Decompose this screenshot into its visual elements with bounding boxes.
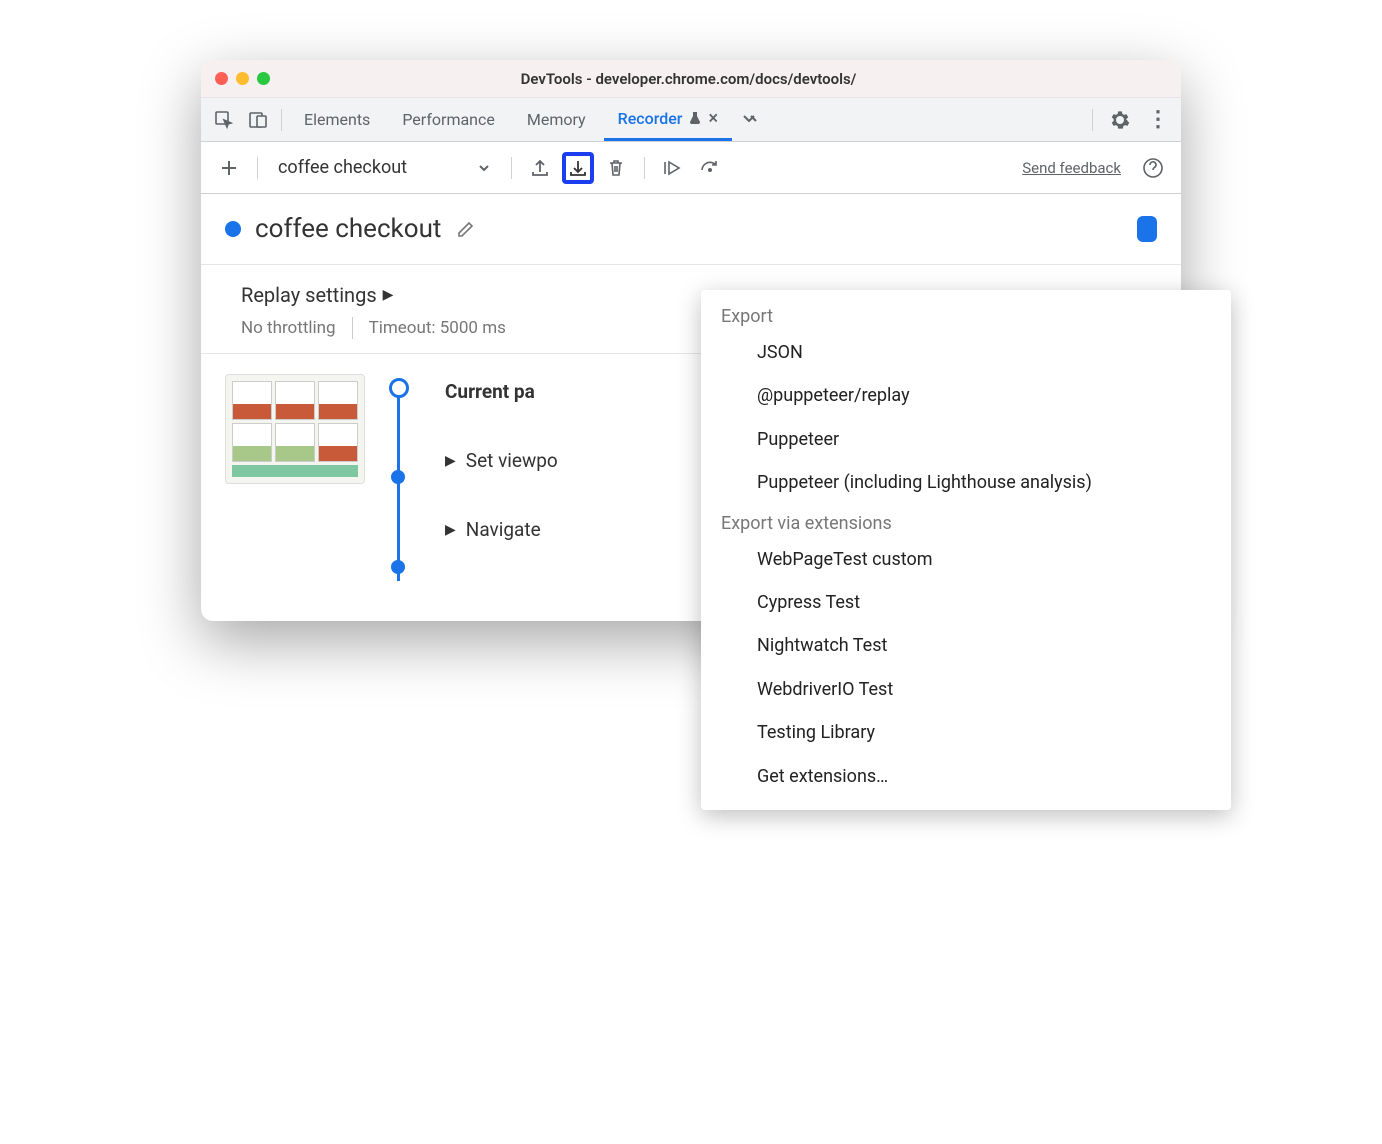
menu-section-extensions: Export via extensions — [701, 505, 1231, 538]
menu-item-get-extensions[interactable]: Get extensions… — [701, 755, 1231, 798]
send-feedback-link[interactable]: Send feedback — [1022, 159, 1121, 177]
separator — [281, 109, 282, 131]
export-icon[interactable] — [562, 152, 594, 184]
chevron-right-icon: ▶ — [445, 522, 456, 538]
menu-item-puppeteer[interactable]: Puppeteer — [701, 418, 1231, 461]
replay-icon[interactable] — [657, 152, 689, 184]
help-icon[interactable] — [1137, 152, 1169, 184]
more-tabs-icon[interactable] — [736, 105, 766, 135]
performance-replay-icon[interactable] — [695, 152, 727, 184]
inspect-element-icon[interactable] — [209, 105, 239, 135]
recorder-toolbar: coffee checkout Send feedback — [201, 142, 1181, 194]
tab-memory[interactable]: Memory — [513, 98, 600, 141]
tab-elements[interactable]: Elements — [290, 98, 384, 141]
kebab-menu-icon[interactable]: ⋮ — [1143, 105, 1173, 135]
chevron-down-icon — [477, 161, 491, 175]
menu-item-cypress[interactable]: Cypress Test — [701, 581, 1231, 624]
titlebar: DevTools - developer.chrome.com/docs/dev… — [201, 60, 1181, 98]
separator — [1092, 109, 1093, 131]
recording-indicator — [225, 221, 241, 237]
tab-performance[interactable]: Performance — [388, 98, 509, 141]
close-tab-icon[interactable]: × — [708, 108, 718, 129]
device-toolbar-icon[interactable] — [243, 105, 273, 135]
separator — [644, 157, 645, 179]
menu-item-nightwatch[interactable]: Nightwatch Test — [701, 624, 1231, 667]
throttling-value: No throttling — [241, 318, 336, 338]
recording-select[interactable]: coffee checkout — [270, 153, 499, 182]
new-recording-icon[interactable] — [213, 152, 245, 184]
window-title: DevTools - developer.chrome.com/docs/dev… — [210, 70, 1167, 88]
chevron-right-icon: ▶ — [445, 453, 456, 469]
menu-item-testing-library[interactable]: Testing Library — [701, 711, 1231, 754]
settings-icon[interactable] — [1105, 105, 1135, 135]
menu-section-export: Export — [701, 298, 1231, 331]
recording-name: coffee checkout — [255, 214, 441, 244]
export-menu: Export JSON @puppeteer/replay Puppeteer … — [701, 290, 1231, 810]
panel-tabbar: Elements Performance Memory Recorder × ⋮ — [201, 98, 1181, 142]
separator — [352, 317, 353, 339]
import-icon[interactable] — [524, 152, 556, 184]
chevron-right-icon: ▶ — [383, 287, 394, 303]
devtools-window: DevTools - developer.chrome.com/docs/dev… — [201, 60, 1181, 621]
replay-button-edge[interactable] — [1137, 216, 1157, 242]
separator — [257, 157, 258, 179]
menu-item-puppeteer-replay[interactable]: @puppeteer/replay — [701, 374, 1231, 417]
timeout-value: Timeout: 5000 ms — [369, 318, 506, 338]
flask-icon — [688, 111, 702, 125]
menu-item-webdriverio[interactable]: WebdriverIO Test — [701, 668, 1231, 711]
page-thumbnail — [225, 374, 365, 484]
tab-recorder[interactable]: Recorder × — [604, 98, 732, 141]
menu-item-webpagetest[interactable]: WebPageTest custom — [701, 538, 1231, 581]
delete-icon[interactable] — [600, 152, 632, 184]
edit-name-icon[interactable] — [455, 218, 477, 240]
separator — [511, 157, 512, 179]
recording-header: coffee checkout — [201, 194, 1181, 265]
menu-item-puppeteer-lighthouse[interactable]: Puppeteer (including Lighthouse analysis… — [701, 461, 1231, 504]
menu-item-json[interactable]: JSON — [701, 331, 1231, 374]
